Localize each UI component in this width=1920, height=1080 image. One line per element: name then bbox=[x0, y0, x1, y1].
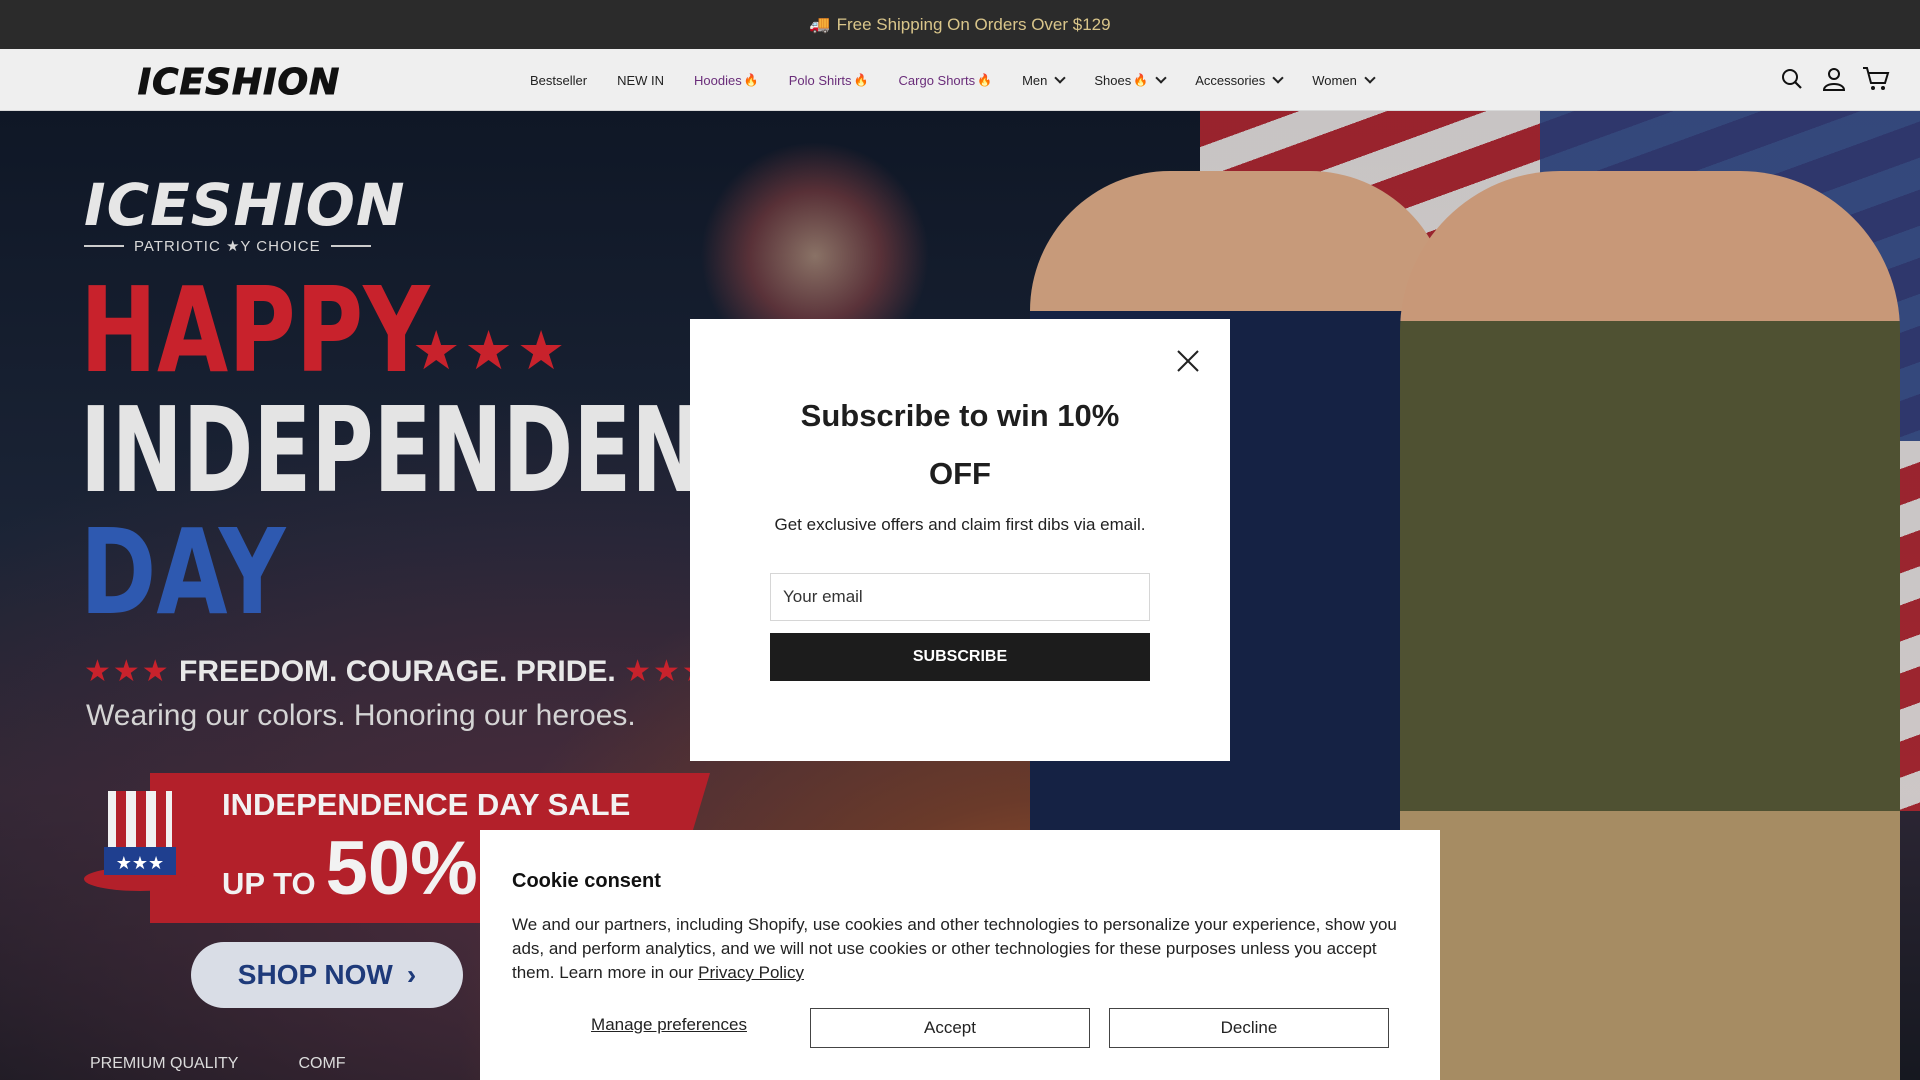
nav-label: Hoodies bbox=[694, 72, 742, 88]
headline-happy: HAPPY bbox=[80, 261, 430, 399]
badge-comfort: COMF bbox=[298, 1055, 346, 1072]
badge-quality: PREMIUM QUALITY bbox=[90, 1055, 239, 1072]
nav-label: Shoes bbox=[1094, 72, 1132, 88]
fire-icon: 🔥 bbox=[977, 73, 993, 87]
motto-text: FREEDOM. COURAGE. PRIDE. bbox=[179, 655, 616, 688]
nav-item-new-in[interactable]: NEW IN bbox=[617, 73, 664, 88]
announcement-text: Free Shipping On Orders Over $129 bbox=[836, 14, 1111, 34]
chevron-down-icon bbox=[1272, 71, 1284, 84]
star-icon: ★★★ bbox=[84, 655, 171, 688]
nav-item-men[interactable]: Men bbox=[1022, 71, 1067, 88]
site-logo[interactable]: ICESHION bbox=[137, 61, 340, 103]
chevron-down-icon bbox=[1054, 71, 1067, 84]
cart-icon[interactable] bbox=[1862, 65, 1890, 93]
truck-icon: 🚚 bbox=[809, 14, 831, 34]
nav-label: Bestseller bbox=[530, 72, 588, 88]
nav-item-hoodies[interactable]: Hoodies 🔥 bbox=[694, 73, 759, 88]
nav-item-bestseller[interactable]: Bestseller bbox=[530, 73, 587, 88]
fire-icon: 🔥 bbox=[743, 73, 759, 87]
nav-label: Cargo Shorts bbox=[898, 72, 976, 88]
accept-button[interactable]: Accept bbox=[810, 1008, 1090, 1048]
uncle-sam-hat-icon: ★★★ bbox=[80, 781, 200, 901]
tagline-text: PATRIOTIC ★Y CHOICE bbox=[134, 238, 321, 255]
announcement-bar: 🚚 Free Shipping On Orders Over $129 bbox=[0, 0, 1920, 49]
fire-icon: 🔥 bbox=[1133, 73, 1149, 87]
close-icon[interactable] bbox=[1174, 347, 1202, 375]
sale-percent: 50% bbox=[325, 826, 478, 911]
nav-item-accessories[interactable]: Accessories bbox=[1195, 71, 1284, 88]
cookie-text: We and our partners, including Shopify, … bbox=[512, 913, 1412, 985]
shop-now-label: SHOP NOW bbox=[237, 959, 393, 990]
sale-prefix: UP TO bbox=[222, 866, 316, 901]
nav-label: Polo Shirts bbox=[788, 72, 852, 88]
modal-description: Get exclusive offers and claim first dib… bbox=[774, 515, 1146, 534]
cookie-title: Cookie consent bbox=[512, 870, 661, 892]
cookie-body: We and our partners, including Shopify, … bbox=[512, 915, 1397, 982]
account-icon[interactable] bbox=[1820, 65, 1848, 93]
nav-label: NEW IN bbox=[617, 72, 665, 88]
hero-badges: PREMIUM QUALITY COMF bbox=[90, 1055, 346, 1073]
model-image-olive-polo bbox=[1400, 171, 1900, 1080]
subscribe-button[interactable]: SUBSCRIBE bbox=[770, 633, 1150, 681]
chevron-down-icon bbox=[1155, 71, 1167, 84]
svg-text:★★★: ★★★ bbox=[116, 853, 164, 873]
nav-item-shoes[interactable]: Shoes 🔥 bbox=[1094, 71, 1167, 88]
fire-icon: 🔥 bbox=[853, 73, 869, 87]
main-nav: Bestseller NEW IN Hoodies 🔥 Polo Shirts 🔥 … bbox=[530, 49, 1404, 111]
email-field[interactable] bbox=[770, 573, 1150, 621]
headline-stars: ★★★ bbox=[412, 321, 570, 381]
cookie-consent-banner: Cookie consent We and our partners, incl… bbox=[480, 830, 1440, 1080]
modal-title: Subscribe to win 10% OFF bbox=[800, 398, 1120, 491]
manage-preferences-link[interactable]: Manage preferences bbox=[574, 1015, 764, 1035]
hero-subtitle: Wearing our colors. Honoring our heroes. bbox=[86, 699, 636, 732]
headline-day: DAY bbox=[80, 503, 286, 641]
nav-label: Men bbox=[1022, 72, 1048, 88]
subscribe-modal: Subscribe to win 10% OFF Get exclusive o… bbox=[690, 319, 1230, 761]
chevron-right-icon: › bbox=[406, 959, 417, 990]
privacy-policy-link[interactable]: Privacy Policy bbox=[698, 963, 804, 982]
decline-button[interactable]: Decline bbox=[1109, 1008, 1389, 1048]
shop-now-button[interactable]: SHOP NOW › bbox=[191, 942, 463, 1008]
nav-item-cargo-shorts[interactable]: Cargo Shorts 🔥 bbox=[899, 73, 993, 88]
nav-item-women[interactable]: Women bbox=[1312, 71, 1376, 88]
chevron-down-icon bbox=[1364, 71, 1376, 84]
nav-item-polo-shirts[interactable]: Polo Shirts 🔥 bbox=[789, 73, 869, 88]
sale-amount: UP TO 50% bbox=[222, 825, 478, 912]
search-icon[interactable] bbox=[1778, 65, 1806, 93]
site-header: ICESHION Bestseller NEW IN Hoodies 🔥 Polo… bbox=[0, 49, 1920, 111]
hero-tagline: PATRIOTIC ★Y CHOICE bbox=[84, 237, 371, 255]
sale-title: INDEPENDENCE DAY SALE bbox=[222, 787, 631, 822]
nav-label: Women bbox=[1312, 72, 1357, 88]
hero-motto: ★★★ FREEDOM. COURAGE. PRIDE. ★★★ bbox=[84, 654, 711, 689]
nav-label: Accessories bbox=[1195, 72, 1266, 88]
header-icons bbox=[1778, 65, 1890, 93]
hero-brand: ICESHION bbox=[84, 171, 406, 239]
